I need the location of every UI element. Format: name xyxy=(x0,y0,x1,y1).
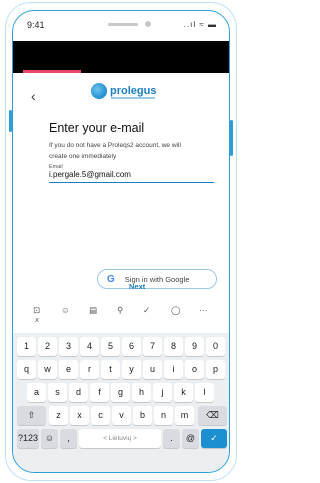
page-title: Enter your e-mail xyxy=(49,121,145,135)
key-1[interactable]: 1 xyxy=(17,337,36,356)
key-q[interactable]: q xyxy=(17,360,36,379)
app-header-bar xyxy=(13,41,229,73)
keyboard-toolbar: ⊡ ☺ ▤ ⚲ ✓ ◯ ··· xyxy=(13,301,229,323)
phone-screen: 9:41 ..ıl ≈ ▬ ‹ prolegus Enter your e-ma… xyxy=(12,10,230,473)
key-0[interactable]: 0 xyxy=(206,337,225,356)
page-description: If you do not have a Proleqs2 account, w… xyxy=(49,142,181,160)
key-x[interactable]: x xyxy=(70,406,89,425)
signal-wifi-battery-icons: ..ıl ≈ ▬ xyxy=(183,20,217,29)
logo-text: prolegus xyxy=(110,85,157,97)
key-w[interactable]: w xyxy=(38,360,57,379)
key-3[interactable]: 3 xyxy=(59,337,78,356)
more-options-icon[interactable]: ··· xyxy=(199,305,208,315)
backspace-key[interactable]: ⌫ xyxy=(198,406,227,425)
space-bar[interactable]: < Lietuvių > xyxy=(79,429,161,448)
key-z[interactable]: z xyxy=(49,406,68,425)
shift-key[interactable]: ⇧ xyxy=(17,406,46,425)
logo-tagline xyxy=(111,97,155,99)
keyboard: 1 2 3 4 5 6 7 8 9 0 q w e r t y u i o p a s d f g h j k l ⇧ z x c v b n m ⌫ ?1… xyxy=(13,333,229,472)
period-key[interactable]: . xyxy=(163,429,180,448)
key-u[interactable]: u xyxy=(143,360,162,379)
speaker-grille xyxy=(108,23,138,26)
key-v[interactable]: v xyxy=(112,406,131,425)
key-g[interactable]: g xyxy=(111,383,130,402)
key-c[interactable]: c xyxy=(91,406,110,425)
status-time: 9:41 xyxy=(27,20,45,30)
screen: 9:41 ..ıl ≈ ▬ ‹ prolegus Enter your e-ma… xyxy=(0,0,242,483)
notes-icon[interactable]: ▤ xyxy=(89,305,97,316)
front-camera xyxy=(145,21,151,27)
key-8[interactable]: 8 xyxy=(164,337,183,356)
clipboard-icon[interactable]: ⊡ xyxy=(33,305,40,316)
key-y[interactable]: y xyxy=(122,360,141,379)
key-m[interactable]: m xyxy=(175,406,194,425)
key-s[interactable]: s xyxy=(48,383,67,402)
comma-key[interactable]: , xyxy=(60,429,77,448)
at-key[interactable]: @ xyxy=(182,429,199,448)
status-bar: 9:41 ..ıl ≈ ▬ xyxy=(13,11,229,31)
key-7[interactable]: 7 xyxy=(143,337,162,356)
key-h[interactable]: h xyxy=(132,383,151,402)
spellcheck-icon[interactable]: ✓ xyxy=(143,305,150,316)
email-field-underline xyxy=(49,182,214,183)
key-d[interactable]: d xyxy=(69,383,88,402)
key-e[interactable]: e xyxy=(59,360,78,379)
key-t[interactable]: t xyxy=(101,360,120,379)
key-k[interactable]: k xyxy=(174,383,193,402)
logo-mark-icon xyxy=(91,83,107,99)
emoji-key[interactable]: ☺ xyxy=(41,429,58,448)
google-icon: G xyxy=(107,273,115,285)
circle-icon[interactable]: ◯ xyxy=(171,305,181,316)
key-i[interactable]: i xyxy=(164,360,183,379)
key-b[interactable]: b xyxy=(133,406,152,425)
key-f[interactable]: f xyxy=(90,383,109,402)
key-4[interactable]: 4 xyxy=(80,337,99,356)
key-n[interactable]: n xyxy=(154,406,173,425)
key-j[interactable]: j xyxy=(153,383,172,402)
key-l[interactable]: l xyxy=(195,383,214,402)
key-o[interactable]: o xyxy=(185,360,204,379)
key-r[interactable]: r xyxy=(80,360,99,379)
keyboard-collapse-icon[interactable]: ⅹ xyxy=(35,316,39,324)
key-9[interactable]: 9 xyxy=(185,337,204,356)
enter-key[interactable]: ✓ xyxy=(201,429,227,448)
key-6[interactable]: 6 xyxy=(122,337,141,356)
sticker-icon[interactable]: ☺ xyxy=(61,305,70,315)
phone-side-button xyxy=(230,120,233,156)
header-accent-stripe xyxy=(23,70,81,73)
next-button[interactable]: Next xyxy=(129,282,145,291)
key-2[interactable]: 2 xyxy=(38,337,57,356)
translate-icon[interactable]: ⚲ xyxy=(117,305,123,316)
key-p[interactable]: p xyxy=(206,360,225,379)
back-arrow-icon[interactable]: ‹ xyxy=(31,88,36,104)
key-5[interactable]: 5 xyxy=(101,337,120,356)
key-a[interactable]: a xyxy=(27,383,46,402)
email-field[interactable]: i.pergale.5@gmail.com xyxy=(49,170,131,179)
sign-in-with-google-button[interactable]: G Sign in with Google xyxy=(97,269,217,289)
symbols-key[interactable]: ?123 xyxy=(17,429,39,448)
